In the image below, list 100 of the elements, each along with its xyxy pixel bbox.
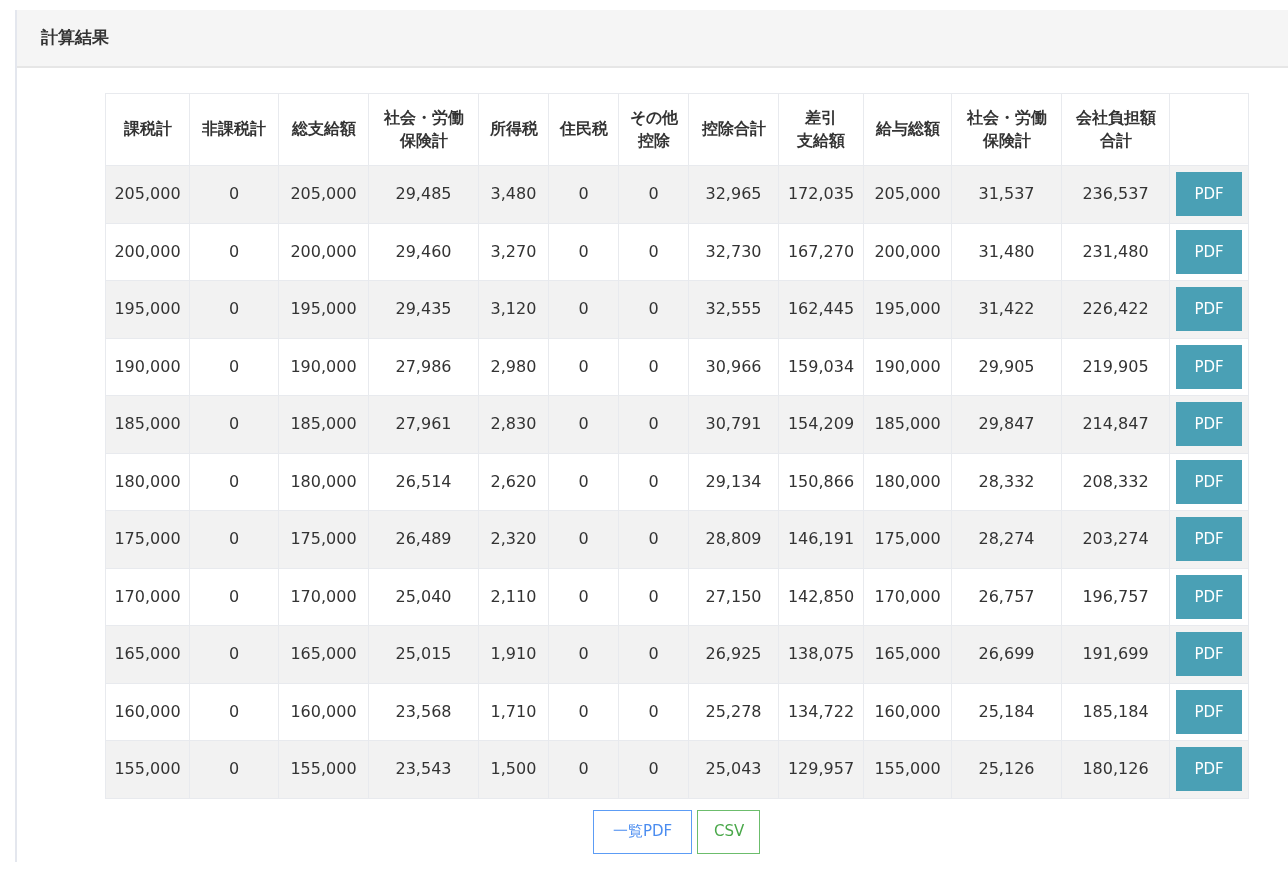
table-cell: 0 (618, 338, 689, 396)
table-cell: 0 (189, 338, 279, 396)
table-cell: 0 (548, 338, 619, 396)
pdf-button[interactable]: PDF (1176, 344, 1242, 389)
pdf-button[interactable]: PDF (1176, 574, 1242, 619)
table-cell: 2,320 (478, 510, 549, 568)
table-cell: 180,000 (278, 453, 369, 511)
table-cell: 26,489 (368, 510, 479, 568)
pdf-button[interactable]: PDF (1176, 632, 1242, 677)
table-cell: 3,270 (478, 223, 549, 281)
pdf-button[interactable]: PDF (1176, 747, 1242, 792)
table-cell: 0 (189, 395, 279, 453)
table-cell: 190,000 (278, 338, 369, 396)
table-cell: 27,986 (368, 338, 479, 396)
table-cell: 29,460 (368, 223, 479, 281)
table-cell: 29,905 (951, 338, 1062, 396)
table-cell: 0 (189, 740, 279, 798)
table-cell: 1,500 (478, 740, 549, 798)
table-cell: 0 (189, 165, 279, 223)
table-cell: 170,000 (278, 568, 369, 626)
table-cell: 0 (548, 395, 619, 453)
pdf-button[interactable]: PDF (1176, 172, 1242, 217)
table-cell: 185,000 (863, 395, 952, 453)
panel-title: 計算結果 (41, 26, 109, 50)
table-cell: 29,435 (368, 280, 479, 338)
pdf-button[interactable]: PDF (1176, 287, 1242, 332)
table-cell: 0 (618, 395, 689, 453)
table-cell: 0 (618, 165, 689, 223)
table-cell: 165,000 (863, 625, 952, 683)
table-cell: 180,126 (1061, 740, 1170, 798)
table-cell: 0 (189, 683, 279, 741)
pdf-button[interactable]: PDF (1176, 517, 1242, 562)
table-cell: 25,184 (951, 683, 1062, 741)
table-cell: 3,120 (478, 280, 549, 338)
table-cell: 25,043 (688, 740, 779, 798)
table-cell: 2,830 (478, 395, 549, 453)
table-cell: 27,961 (368, 395, 479, 453)
table-cell: 0 (189, 280, 279, 338)
table-cell: 175,000 (278, 510, 369, 568)
table-cell: 25,040 (368, 568, 479, 626)
table-cell: 0 (618, 453, 689, 511)
table-cell: 129,957 (778, 740, 864, 798)
table-cell: 165,000 (278, 625, 369, 683)
table-cell: 190,000 (105, 338, 190, 396)
table-cell: 162,445 (778, 280, 864, 338)
table-cell: 26,514 (368, 453, 479, 511)
table-cell: 160,000 (278, 683, 369, 741)
table-cell: 2,980 (478, 338, 549, 396)
table-cell: 200,000 (863, 223, 952, 281)
table-cell: 29,847 (951, 395, 1062, 453)
table-cell: 0 (618, 510, 689, 568)
table-cell: 155,000 (105, 740, 190, 798)
table-cell: 205,000 (278, 165, 369, 223)
table-cell: 160,000 (863, 683, 952, 741)
column-header: 控除合計 (688, 93, 779, 166)
table-cell: 190,000 (863, 338, 952, 396)
column-header: 所得税 (478, 93, 549, 166)
table-cell: 25,126 (951, 740, 1062, 798)
table-cell: 146,191 (778, 510, 864, 568)
csv-button[interactable]: CSV (697, 809, 760, 854)
table-cell: 175,000 (863, 510, 952, 568)
table-cell: 2,620 (478, 453, 549, 511)
pdf-button[interactable]: PDF (1176, 229, 1242, 274)
table-cell: 0 (189, 510, 279, 568)
table-cell: 0 (548, 683, 619, 741)
table-cell: 167,270 (778, 223, 864, 281)
table-cell: 205,000 (863, 165, 952, 223)
table-cell: 180,000 (105, 453, 190, 511)
table-cell: 0 (618, 280, 689, 338)
pdf-button[interactable]: PDF (1176, 402, 1242, 447)
pdf-button[interactable]: PDF (1176, 689, 1242, 734)
table-cell: 231,480 (1061, 223, 1170, 281)
table-cell: 165,000 (105, 625, 190, 683)
table-cell: 159,034 (778, 338, 864, 396)
table-cell: 32,555 (688, 280, 779, 338)
table-cell: 0 (189, 625, 279, 683)
table-cell: 208,332 (1061, 453, 1170, 511)
table-cell: 25,015 (368, 625, 479, 683)
table-cell: 214,847 (1061, 395, 1170, 453)
table-cell: 23,568 (368, 683, 479, 741)
table-cell: 191,699 (1061, 625, 1170, 683)
pdf-button[interactable]: PDF (1176, 459, 1242, 504)
table-cell: 30,966 (688, 338, 779, 396)
table-cell: 29,485 (368, 165, 479, 223)
table-cell: 25,278 (688, 683, 779, 741)
column-header: 総支給額 (278, 93, 369, 166)
table-cell: 30,791 (688, 395, 779, 453)
table-cell: 205,000 (105, 165, 190, 223)
table-cell: 1,710 (478, 683, 549, 741)
list-pdf-button[interactable]: 一覧PDF (593, 809, 692, 854)
table-cell: 26,925 (688, 625, 779, 683)
table-cell: 31,422 (951, 280, 1062, 338)
table-cell: 196,757 (1061, 568, 1170, 626)
table-cell: 0 (618, 223, 689, 281)
table-cell: 180,000 (863, 453, 952, 511)
column-header: 給与総額 (863, 93, 952, 166)
table-cell: 0 (618, 740, 689, 798)
table-cell: 185,000 (278, 395, 369, 453)
table-cell: 185,184 (1061, 683, 1170, 741)
table-cell: 236,537 (1061, 165, 1170, 223)
